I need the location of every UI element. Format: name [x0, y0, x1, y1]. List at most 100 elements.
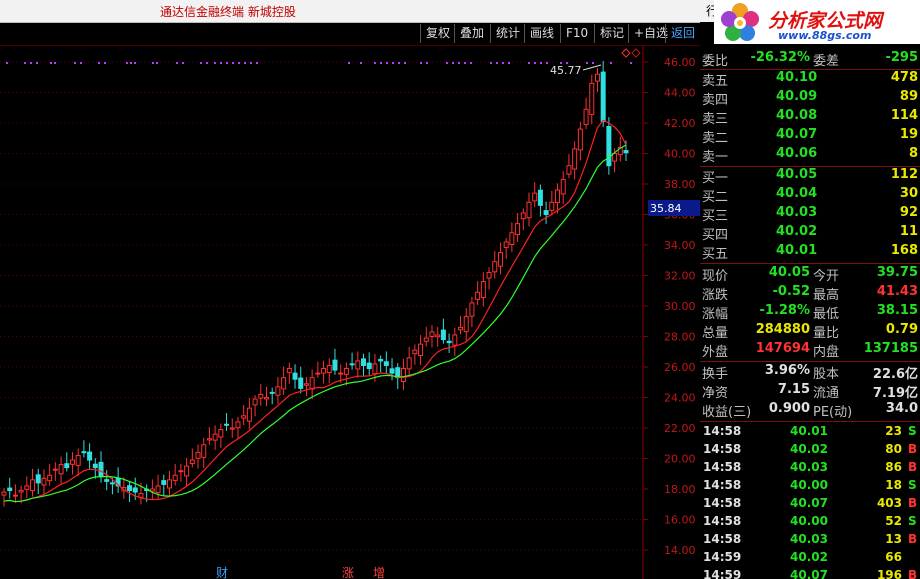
ask-price: 40.10 [776, 70, 818, 85]
signal-dot [24, 62, 26, 64]
candle-up [429, 331, 435, 338]
candle-up [201, 444, 207, 458]
candle-up [469, 302, 475, 317]
tick-time: 14:58 [703, 424, 742, 438]
candle-up [343, 368, 349, 375]
trade-tick-row: 14:58 40.03 13 B [700, 532, 920, 550]
signal-dot [214, 62, 216, 64]
signal-dot [592, 62, 594, 64]
candle-up [281, 377, 287, 390]
candle-down [7, 487, 13, 492]
candle-up [406, 357, 412, 370]
toolbar-button-3[interactable]: 画线 [524, 24, 559, 43]
trade-tick-row: 14:58 40.00 18 S [700, 478, 920, 496]
bid-volume: 11 [899, 224, 918, 239]
window-title: 通达信金融终端 新城控股 [160, 5, 296, 19]
candle-up [41, 477, 47, 486]
candle-up [566, 165, 572, 175]
window-menu-label[interactable]: 行 [700, 0, 718, 22]
toolbar-button-7[interactable]: 返回 [665, 24, 700, 43]
fundamental-label: 收益(三) [702, 405, 752, 420]
candle-up [400, 368, 406, 382]
kline-chart[interactable]: 46.0044.0042.0040.0038.0036.0034.0032.00… [0, 45, 700, 579]
signal-dot [586, 62, 588, 64]
ask-volume: 89 [899, 89, 918, 104]
candle-up [486, 271, 492, 279]
candle-up [475, 291, 481, 300]
stat-value: 40.05 [768, 265, 810, 280]
candle-up [526, 201, 532, 219]
ask-volume: 8 [908, 146, 918, 161]
candle-up [229, 427, 235, 430]
fundamental-row: 收益(三) 0.900 PE(动) 34.0 [700, 401, 920, 420]
tick-price: 40.02 [790, 550, 828, 564]
candle-up [184, 465, 190, 477]
bid-level-row: 买四 40.02 11 [700, 224, 920, 243]
candle-down [383, 361, 389, 366]
order-diff-value: -295 [885, 50, 918, 65]
fundamental-label: PE(动) [813, 405, 853, 420]
tick-volume: 18 [885, 478, 902, 492]
trade-tick-row: 14:59 40.07 196 B [700, 568, 920, 579]
candle-up [172, 474, 178, 481]
fundamental-label: 净资 [702, 386, 729, 401]
bid-level-row: 买二 40.04 30 [700, 186, 920, 205]
candle-up [138, 493, 144, 498]
trade-tick-row: 14:58 40.02 80 B [700, 442, 920, 460]
bid-price: 40.03 [776, 205, 818, 220]
toolbar-button-1[interactable]: 叠加 [454, 24, 489, 43]
order-diff-label: 委差 [813, 54, 840, 69]
fundamental-row: 净资 7.15 流通 7.19亿 [700, 382, 920, 401]
signal-dot [176, 62, 178, 64]
trade-tick-row: 14:59 40.02 66 [700, 550, 920, 568]
stat-row: 涨跌 -0.52 最高 41.43 [700, 284, 920, 303]
cursor-price-label: 35.84 [650, 202, 682, 215]
tick-time: 14:58 [703, 442, 742, 456]
title-bar: 通达信金融终端 新城控股 [0, 0, 700, 23]
bid-volume: 30 [899, 186, 918, 201]
fundamental-value: 3.96% [764, 363, 810, 378]
toolbar-button-0[interactable]: 复权 [420, 24, 455, 43]
signal-dot [528, 62, 530, 64]
stat-value: 147694 [755, 341, 810, 356]
stat-value: -0.52 [772, 284, 810, 299]
tick-side: B [908, 442, 918, 456]
stat-label: 最高 [813, 288, 840, 303]
tick-time: 14:58 [703, 460, 742, 474]
price-tick-label: 34.00 [664, 239, 696, 252]
signal-dot [244, 62, 246, 64]
price-tick-label: 44.00 [664, 87, 696, 100]
signal-dot [540, 62, 542, 64]
candle-up [275, 386, 281, 396]
divider [700, 263, 920, 264]
toolbar-button-2[interactable]: 统计 [490, 24, 525, 43]
toolbar-button-4[interactable]: F10 [560, 24, 593, 43]
signal-dot [546, 62, 548, 64]
signal-dot [206, 62, 208, 64]
signal-dot [458, 62, 460, 64]
signal-dot [502, 62, 504, 64]
candle-up [583, 108, 589, 126]
toolbar-button-5[interactable]: 标记 [594, 24, 629, 43]
stat-label: 内盘 [813, 345, 840, 360]
candle-up [206, 438, 212, 441]
signal-dot [398, 62, 400, 64]
candle-up [178, 470, 184, 473]
candle-up [24, 485, 30, 490]
candle-up [235, 421, 241, 429]
candle-up [577, 128, 583, 151]
candle-up [338, 372, 344, 375]
tick-time: 14:59 [703, 550, 742, 564]
order-ratio-row: 委比 -26.32% 委差 -295 [700, 50, 920, 69]
price-tick-label: 32.00 [664, 270, 696, 283]
candle-up [503, 241, 509, 248]
tick-side: S [908, 478, 917, 492]
tick-volume: 52 [885, 514, 902, 528]
ask-level-label: 卖一 [702, 150, 729, 165]
signal-dot [156, 62, 158, 64]
tick-volume: 23 [885, 424, 902, 438]
candle-down [98, 461, 104, 478]
signal-dot [610, 62, 612, 64]
marker-diamond-icon [621, 48, 631, 58]
ask-level-row: 卖一 40.06 8 [700, 146, 920, 165]
